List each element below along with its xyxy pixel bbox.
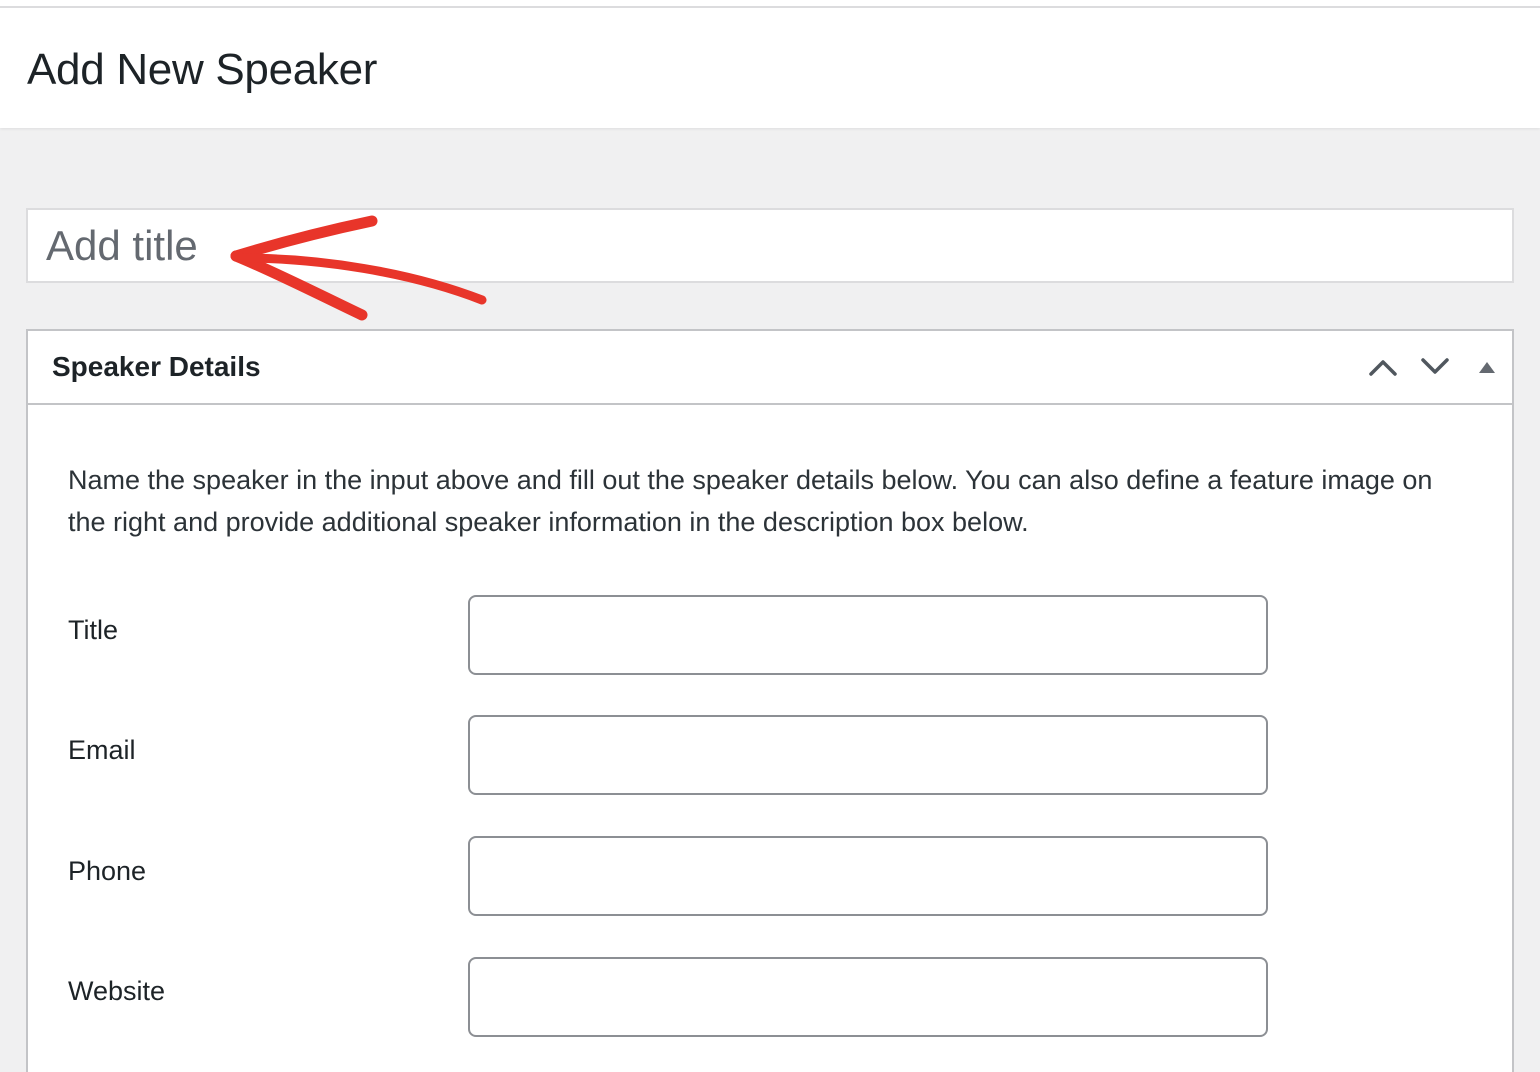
edit-speaker-page: Add New Speaker Speaker Details: [0, 0, 1540, 1072]
website-field[interactable]: [468, 957, 1268, 1037]
metabox-title: Speaker Details: [52, 351, 261, 382]
speaker-details-metabox: Speaker Details Name the speaker in the …: [26, 329, 1514, 1072]
title-input[interactable]: [26, 208, 1514, 283]
metabox-description: Name the speaker in the input above and …: [68, 465, 1433, 537]
triangle-up-icon: [1479, 362, 1495, 373]
chevron-up-icon: [1369, 360, 1397, 376]
header-divider: [0, 6, 1540, 8]
field-label-title: Title: [68, 615, 119, 645]
email-field[interactable]: [468, 715, 1268, 795]
move-down-button[interactable]: [1417, 349, 1453, 385]
page-header: Add New Speaker: [0, 0, 1540, 128]
phone-field[interactable]: [468, 836, 1268, 916]
page-title: Add New Speaker: [27, 45, 378, 94]
toggle-panel-button[interactable]: [1469, 349, 1505, 385]
field-label-email: Email: [68, 735, 136, 765]
move-up-button[interactable]: [1365, 349, 1401, 385]
metabox-header: Speaker Details: [28, 331, 1512, 405]
chevron-down-icon: [1421, 358, 1449, 374]
field-label-website: Website: [68, 976, 166, 1006]
field-label-phone: Phone: [68, 856, 147, 886]
speaker-title-input[interactable]: [468, 595, 1268, 675]
